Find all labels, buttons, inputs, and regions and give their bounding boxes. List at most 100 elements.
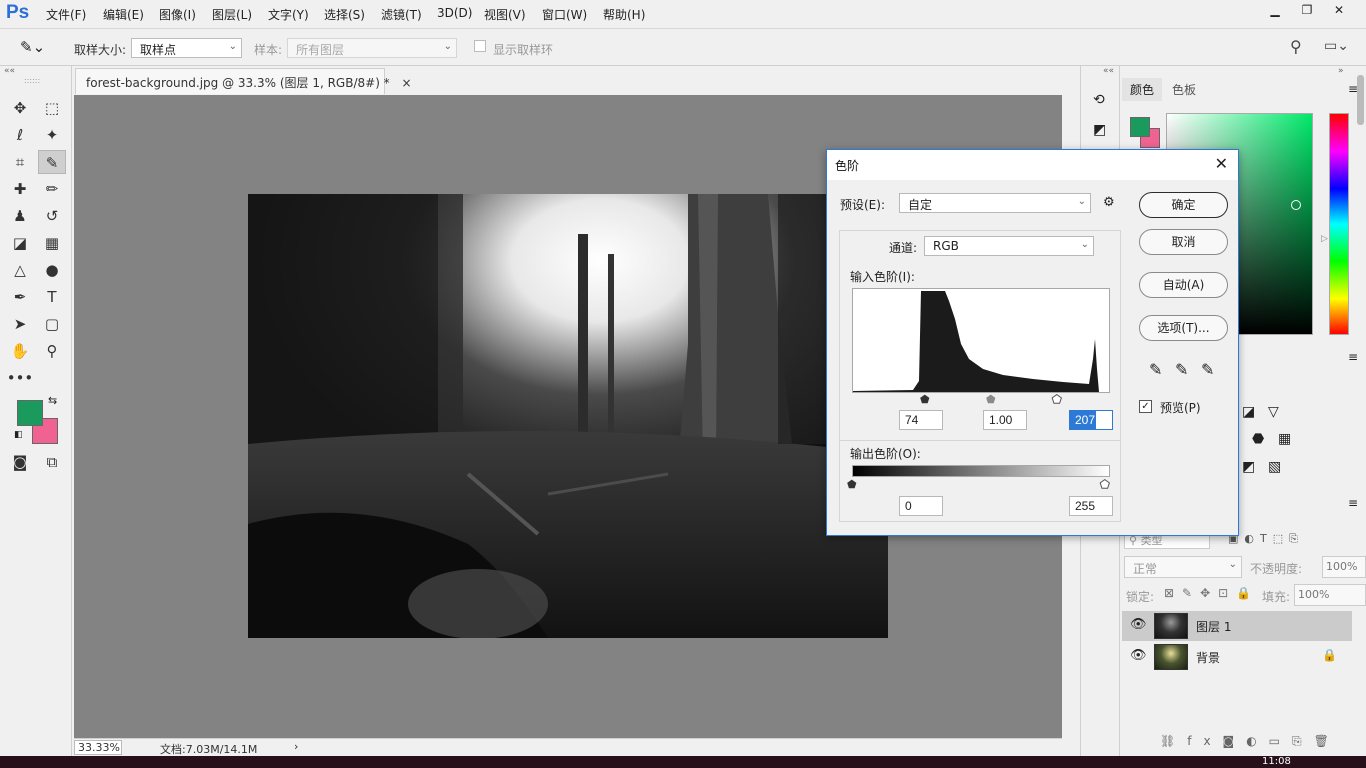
menu-layer[interactable]: 图层(L) xyxy=(212,6,252,23)
cancel-button[interactable]: 取消 xyxy=(1139,229,1228,255)
minimize-button[interactable]: ▁ xyxy=(1258,0,1292,20)
close-window-button[interactable]: ✕ xyxy=(1322,0,1356,20)
menu-help[interactable]: 帮助(H) xyxy=(603,6,645,23)
crop-tool-icon[interactable]: ⌗ xyxy=(6,150,34,174)
tab-close-icon[interactable]: × xyxy=(402,76,412,90)
hue-slider-handle[interactable]: ▷ xyxy=(1321,234,1328,244)
layer-actions[interactable]: ⛓fx◙◐▭⎘🗑 xyxy=(1160,734,1341,749)
channel-select[interactable]: RGB ⌄ xyxy=(924,236,1094,256)
quick-mask-icon[interactable]: ◙ xyxy=(6,450,34,474)
adjust-gradient-map-icon[interactable]: ▧ xyxy=(1268,459,1281,475)
output-white-slider[interactable]: ⬟ xyxy=(1100,478,1111,492)
show-ring-checkbox[interactable] xyxy=(474,40,486,52)
hue-slider[interactable] xyxy=(1329,113,1349,335)
clone-stamp-tool-icon[interactable]: ♟ xyxy=(6,204,34,228)
eyedropper-preset-icon[interactable]: ✎⌄ xyxy=(20,38,45,56)
default-colors-icon[interactable]: ◧ xyxy=(14,430,23,440)
tab-swatches[interactable]: 色板 xyxy=(1164,78,1204,101)
sample-size-select[interactable]: 取样点 ⌄ xyxy=(131,38,242,58)
pen-tool-icon[interactable]: ✒ xyxy=(6,285,34,309)
adjust-invert-icon[interactable]: ◩ xyxy=(1242,459,1255,475)
collapse-right-panel-icon[interactable]: » xyxy=(1338,66,1344,76)
marquee-tool-icon[interactable]: ⬚ xyxy=(38,96,66,120)
properties-panel-icon[interactable]: ◩ xyxy=(1093,122,1106,138)
menu-image[interactable]: 图像(I) xyxy=(159,6,196,23)
path-selection-tool-icon[interactable]: ➤ xyxy=(6,312,34,336)
adjustments-menu-icon[interactable]: ≡ xyxy=(1348,350,1358,364)
layer-filter-icons[interactable]: ▣◐T⬚⎘ xyxy=(1228,532,1304,546)
search-icon[interactable]: ⚲ xyxy=(1290,37,1302,56)
history-brush-tool-icon[interactable]: ↺ xyxy=(38,204,66,228)
brush-tool-icon[interactable]: ✏ xyxy=(38,177,66,201)
gray-eyedropper-icon[interactable]: ✎ xyxy=(1175,360,1188,379)
white-eyedropper-icon[interactable]: ✎ xyxy=(1201,360,1214,379)
zoom-field[interactable]: 33.33% xyxy=(74,740,122,755)
panel-scrollbar[interactable] xyxy=(1357,75,1364,125)
input-white-slider[interactable]: ⬟ xyxy=(1052,393,1063,407)
more-tools-icon[interactable]: ••• xyxy=(6,366,34,390)
layer-row[interactable]: 👁 图层 1 xyxy=(1122,611,1352,641)
move-tool-icon[interactable]: ✥ xyxy=(6,96,34,120)
black-eyedropper-icon[interactable]: ✎ xyxy=(1149,360,1162,379)
eye-icon[interactable]: 👁 xyxy=(1130,617,1147,632)
layers-menu-icon[interactable]: ≡ xyxy=(1348,496,1358,510)
expand-panel-icon[interactable]: «« xyxy=(1103,66,1114,76)
adjust-levels-icon[interactable]: ◪ xyxy=(1242,404,1255,420)
menu-file[interactable]: 文件(F) xyxy=(46,6,86,23)
input-black-slider[interactable]: ⬟ xyxy=(920,393,930,406)
magic-wand-tool-icon[interactable]: ✦ xyxy=(38,123,66,147)
menu-window[interactable]: 窗口(W) xyxy=(542,6,587,23)
eye-icon[interactable]: 👁 xyxy=(1130,648,1147,663)
color-panel-fg-swatch[interactable] xyxy=(1130,117,1150,137)
document-tab[interactable]: forest-background.jpg @ 33.3% (图层 1, RGB… xyxy=(75,68,412,94)
menu-edit[interactable]: 编辑(E) xyxy=(103,6,144,23)
eraser-tool-icon[interactable]: ◪ xyxy=(6,231,34,255)
status-menu-arrow[interactable]: › xyxy=(294,740,298,753)
lasso-tool-icon[interactable]: ℓ xyxy=(6,123,34,147)
fill-input[interactable]: 100% xyxy=(1294,584,1366,606)
menu-select[interactable]: 选择(S) xyxy=(324,6,365,23)
history-panel-icon[interactable]: ⟲ xyxy=(1093,92,1105,108)
ok-button[interactable]: 确定 xyxy=(1139,192,1228,218)
forest-photo[interactable] xyxy=(248,194,888,638)
collapse-panel-icon[interactable]: «« xyxy=(4,66,15,76)
input-black-field[interactable] xyxy=(899,410,943,430)
type-tool-icon[interactable]: T xyxy=(38,285,66,309)
input-gamma-slider[interactable]: ⬟ xyxy=(986,393,996,406)
menu-type[interactable]: 文字(Y) xyxy=(268,6,309,23)
output-black-field[interactable] xyxy=(899,496,943,516)
panel-grip[interactable]: :::::: xyxy=(24,76,40,85)
blur-tool-icon[interactable]: △ xyxy=(6,258,34,282)
tab-color[interactable]: 颜色 xyxy=(1122,78,1163,101)
adjust-triangle-icon[interactable]: ▽ xyxy=(1268,404,1279,420)
healing-brush-tool-icon[interactable]: ✚ xyxy=(6,177,34,201)
shape-tool-icon[interactable]: ▢ xyxy=(38,312,66,336)
output-white-field[interactable] xyxy=(1069,496,1113,516)
blend-mode-select[interactable]: 正常 ⌄ xyxy=(1124,556,1242,578)
workspace-icon[interactable]: ▭⌄ xyxy=(1324,38,1349,54)
layer-row[interactable]: 👁 背景 🔒 xyxy=(1122,642,1352,672)
color-picker-cursor[interactable] xyxy=(1291,200,1301,210)
screen-mode-icon[interactable]: ⧉ xyxy=(38,450,66,474)
dodge-tool-icon[interactable]: ● xyxy=(38,258,66,282)
restore-button[interactable]: ❐ xyxy=(1290,0,1324,20)
adjust-mixer-icon[interactable]: ⬣ xyxy=(1252,431,1264,447)
dialog-titlebar[interactable]: 色阶 ✕ xyxy=(827,150,1238,180)
auto-button[interactable]: 自动(A) xyxy=(1139,272,1228,298)
input-white-field[interactable] xyxy=(1069,410,1113,430)
menu-filter[interactable]: 滤镜(T) xyxy=(381,6,422,23)
menu-view[interactable]: 视图(V) xyxy=(484,6,526,23)
hand-tool-icon[interactable]: ✋ xyxy=(6,339,34,363)
sample-select[interactable]: 所有图层 ⌄ xyxy=(287,38,457,58)
swap-colors-icon[interactable]: ⇆ xyxy=(48,394,57,407)
gradient-tool-icon[interactable]: ▦ xyxy=(38,231,66,255)
opacity-input[interactable]: 100% xyxy=(1322,556,1366,578)
preview-checkbox[interactable]: ✓ xyxy=(1139,400,1152,413)
options-button[interactable]: 选项(T)... xyxy=(1139,315,1228,341)
output-black-slider[interactable]: ⬟ xyxy=(847,478,857,491)
preset-select[interactable]: 自定 ⌄ xyxy=(899,193,1091,213)
input-gamma-field[interactable] xyxy=(983,410,1027,430)
lock-icons[interactable]: ⊠✎✥⊡🔒 xyxy=(1164,586,1259,600)
foreground-color-swatch[interactable] xyxy=(17,400,43,426)
gear-icon[interactable]: ⚙ xyxy=(1103,195,1115,210)
